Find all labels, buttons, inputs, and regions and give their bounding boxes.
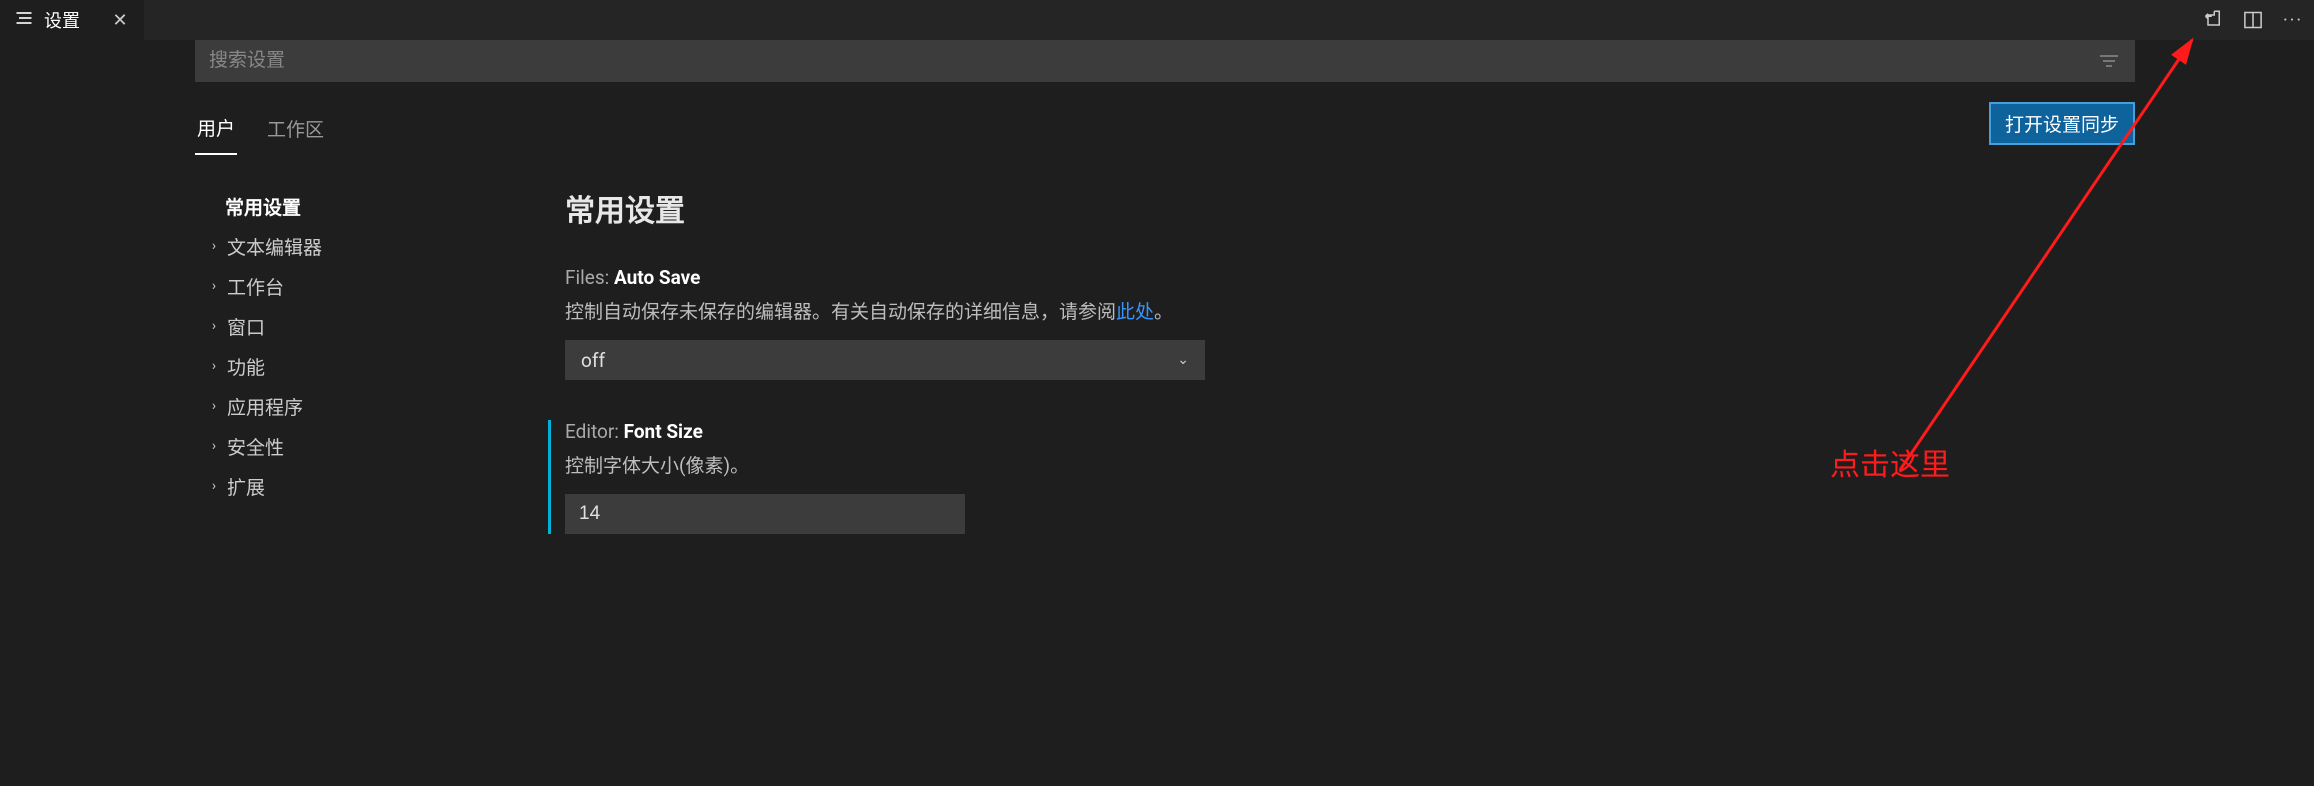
settings-tree: 常用设置 ›文本编辑器 ›工作台 ›窗口 ›功能 ›应用程序 ›安全性 ›扩展 — [195, 186, 565, 574]
split-editor-icon[interactable] — [2242, 9, 2264, 31]
chevron-right-icon: › — [205, 278, 223, 294]
chevron-right-icon: › — [205, 238, 223, 254]
chevron-right-icon: › — [205, 438, 223, 454]
more-actions-icon[interactable]: ··· — [2282, 9, 2304, 31]
setting-title: Files: Auto Save — [565, 266, 2135, 289]
tab-bar: 设置 ✕ ··· — [0, 0, 2314, 40]
tree-item-application[interactable]: ›应用程序 — [195, 386, 565, 426]
chevron-down-icon: ⌄ — [1177, 352, 1189, 368]
search-input[interactable] — [209, 50, 2097, 72]
section-title: 常用设置 — [565, 186, 2135, 230]
tab-settings[interactable]: 设置 ✕ — [0, 0, 144, 40]
setting-files-autosave: Files: Auto Save 控制自动保存未保存的编辑器。有关自动保存的详细… — [565, 266, 2135, 380]
autosave-select[interactable]: off ⌄ — [565, 340, 1205, 380]
tree-item-security[interactable]: ›安全性 — [195, 426, 565, 466]
chevron-right-icon: › — [205, 478, 223, 494]
filter-icon[interactable] — [2097, 55, 2121, 67]
tab-title: 设置 — [44, 7, 80, 33]
close-icon[interactable]: ✕ — [110, 10, 130, 31]
scope-tab-user[interactable]: 用户 — [195, 106, 237, 155]
tree-item-workbench[interactable]: ›工作台 — [195, 266, 565, 306]
tree-item-features[interactable]: ›功能 — [195, 346, 565, 386]
scope-row: 用户 工作区 打开设置同步 — [195, 106, 2135, 156]
open-settings-json-icon[interactable] — [2202, 9, 2224, 31]
open-settings-sync-button[interactable]: 打开设置同步 — [1989, 102, 2135, 145]
tab-actions: ··· — [2202, 0, 2304, 40]
chevron-right-icon: › — [205, 358, 223, 374]
autosave-value: off — [581, 349, 605, 372]
tree-item-text-editor[interactable]: ›文本编辑器 — [195, 226, 565, 266]
tree-item-common[interactable]: 常用设置 — [195, 186, 565, 226]
chevron-right-icon: › — [205, 398, 223, 414]
settings-list: 常用设置 Files: Auto Save 控制自动保存未保存的编辑器。有关自动… — [565, 186, 2135, 574]
settings-list-icon — [14, 8, 34, 33]
main-area: 常用设置 ›文本编辑器 ›工作台 ›窗口 ›功能 ›应用程序 ›安全性 ›扩展 … — [195, 186, 2135, 574]
tree-item-window[interactable]: ›窗口 — [195, 306, 565, 346]
chevron-right-icon: › — [205, 318, 223, 334]
setting-description: 控制自动保存未保存的编辑器。有关自动保存的详细信息，请参阅此处。 — [565, 297, 2135, 324]
fontsize-input[interactable] — [565, 494, 965, 534]
autosave-doc-link[interactable]: 此处 — [1116, 300, 1154, 323]
annotation-text: 点击这里 — [1830, 440, 1950, 484]
tree-item-extensions[interactable]: ›扩展 — [195, 466, 565, 506]
scope-tab-workspace[interactable]: 工作区 — [265, 107, 326, 154]
search-row — [195, 40, 2135, 82]
